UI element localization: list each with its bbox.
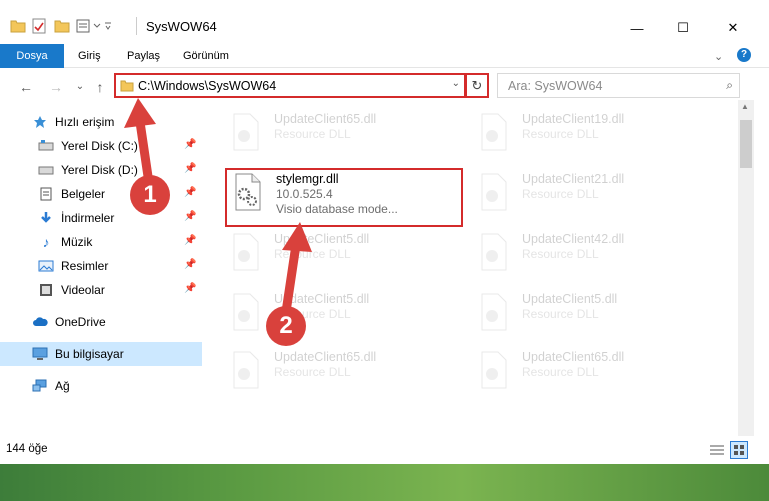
annotation-badge-1: 1 <box>130 175 170 215</box>
arrow-2 <box>281 222 312 317</box>
annotation-badge-2: 2 <box>266 306 306 346</box>
annotation-overlay <box>124 98 312 317</box>
